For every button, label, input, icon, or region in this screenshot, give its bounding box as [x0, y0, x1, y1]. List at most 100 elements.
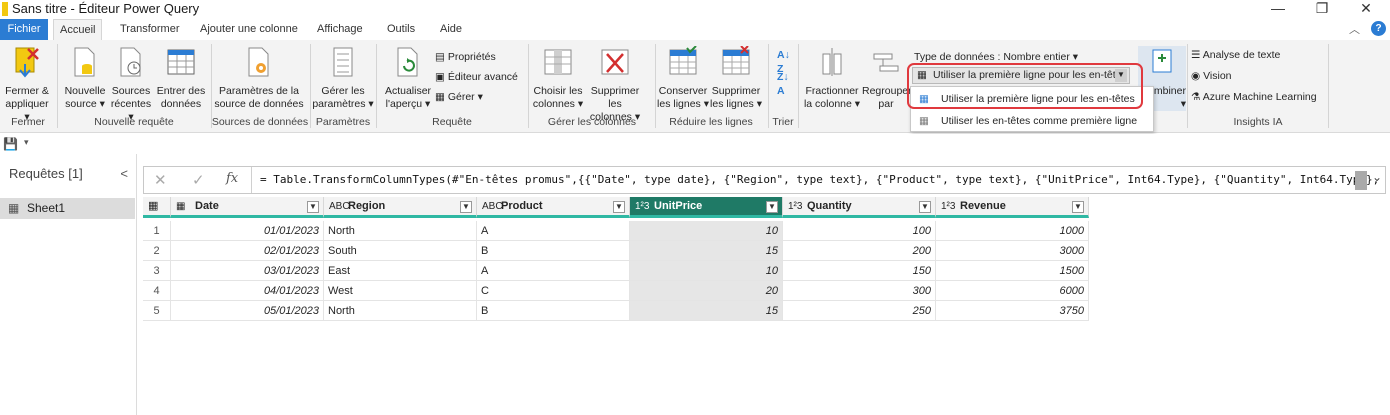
remove-columns-button[interactable]: Supprimer les colonnes ▾ — [585, 46, 645, 124]
restore-button[interactable]: ❐ — [1302, 0, 1342, 18]
collapse-pane-icon[interactable]: < — [120, 166, 128, 181]
keep-rows-button[interactable]: Conserver les lignes ▾ — [657, 45, 709, 111]
advanced-editor-button[interactable]: ▣ Éditeur avancé — [435, 70, 518, 84]
new-source-button[interactable]: Nouvelle source ▾ — [60, 46, 110, 111]
column-header-quantity[interactable]: 1²3 Quantity ▼ — [783, 197, 936, 218]
manage-button[interactable]: ▦ Gérer ▾ — [435, 90, 483, 104]
row-number[interactable]: 3 — [143, 261, 171, 281]
tab-accueil[interactable]: Accueil — [53, 19, 103, 40]
close-apply-button[interactable]: Fermer & appliquer ▾ — [2, 46, 52, 124]
table-cell[interactable]: 05/01/2023 — [171, 301, 324, 321]
row-number[interactable]: 5 — [143, 301, 171, 321]
fx-icon[interactable]: fx — [226, 171, 238, 186]
table-cell[interactable]: 20 — [630, 281, 783, 301]
column-filter-icon[interactable]: ▼ — [919, 201, 931, 213]
table-cell[interactable]: 200 — [783, 241, 936, 261]
collapse-ribbon-icon[interactable]: ︿ — [1349, 21, 1360, 37]
table-cell[interactable]: 10 — [630, 221, 783, 241]
properties-button[interactable]: ▤ Propriétés — [435, 50, 496, 64]
confirm-formula-icon[interactable]: ✓ — [192, 171, 205, 189]
column-filter-icon[interactable]: ▼ — [1072, 201, 1084, 213]
menu-use-first-row[interactable]: ▦ Utiliser la première ligne pour les en… — [911, 88, 1153, 110]
column-header-date[interactable]: ▦ Date ▼ — [171, 197, 324, 218]
column-filter-icon[interactable]: ▼ — [766, 201, 778, 213]
table-cell[interactable]: 01/01/2023 — [171, 221, 324, 241]
table-cell[interactable]: East — [324, 261, 477, 281]
data-type-dropdown[interactable]: Type de données : Nombre entier ▾ — [914, 50, 1078, 64]
text-analytics-button[interactable]: ☰ Analyse de texte — [1191, 48, 1280, 62]
tab-ajouter-colonne[interactable]: Ajouter une colonne — [194, 19, 304, 40]
table-cell[interactable]: South — [324, 241, 477, 261]
table-cell[interactable]: West — [324, 281, 477, 301]
column-type-icon[interactable]: 1²3 — [941, 197, 955, 216]
recent-sources-button[interactable]: Sources récentes ▾ — [107, 46, 155, 124]
group-by-button[interactable]: Regrouper par — [862, 46, 912, 111]
use-first-row-dropdown[interactable]: ▦ Utiliser la première ligne pour les en… — [912, 67, 1130, 84]
column-header-region[interactable]: ABC Region ▼ — [324, 197, 477, 218]
row-number[interactable]: 1 — [143, 221, 171, 241]
help-icon[interactable]: ? — [1371, 21, 1386, 36]
sort-descending-button[interactable]: Z↓ A — [777, 70, 789, 98]
table-cell[interactable]: 02/01/2023 — [171, 241, 324, 261]
table-cell[interactable]: C — [477, 281, 630, 301]
refresh-preview-button[interactable]: Actualiser l'aperçu ▾ — [383, 46, 433, 111]
column-type-icon[interactable]: ABC — [482, 197, 503, 216]
tab-affichage[interactable]: Affichage — [311, 19, 369, 40]
table-cell[interactable]: 3000 — [936, 241, 1089, 261]
table-cell[interactable]: 03/01/2023 — [171, 261, 324, 281]
column-type-icon[interactable]: 1²3 — [788, 197, 802, 216]
menu-use-headers-as-first-row[interactable]: ▦ Utiliser les en-têtes comme première l… — [911, 110, 1153, 132]
column-header-unitprice[interactable]: 1²3 UnitPrice ▼ — [630, 197, 783, 218]
table-cell[interactable]: 1500 — [936, 261, 1089, 281]
tab-aide[interactable]: Aide — [434, 19, 468, 40]
column-filter-icon[interactable]: ▼ — [307, 201, 319, 213]
remove-rows-button[interactable]: Supprimer les lignes ▾ — [710, 45, 762, 111]
expand-formula-icon[interactable]: ⌄ — [1372, 170, 1382, 184]
table-cell[interactable]: A — [477, 261, 630, 281]
column-type-icon[interactable]: ▦ — [176, 197, 185, 216]
enter-data-button[interactable]: Entrer des données — [155, 46, 207, 111]
cancel-formula-icon[interactable]: ✕ — [154, 171, 167, 189]
table-cell[interactable]: 15 — [630, 301, 783, 321]
minimize-button[interactable]: — — [1258, 0, 1298, 18]
manage-params-button[interactable]: Gérer les paramètres ▾ — [312, 46, 374, 111]
table-cell[interactable]: B — [477, 301, 630, 321]
row-number[interactable]: 4 — [143, 281, 171, 301]
table-cell[interactable]: 3750 — [936, 301, 1089, 321]
table-cell[interactable]: 15 — [630, 241, 783, 261]
column-filter-icon[interactable]: ▼ — [613, 201, 625, 213]
table-corner-menu[interactable]: ▦ — [143, 197, 171, 218]
data-source-settings-button[interactable]: Paramètres de la source de données — [213, 46, 305, 111]
column-filter-icon[interactable]: ▼ — [460, 201, 472, 213]
column-header-product[interactable]: ABC Product ▼ — [477, 197, 630, 218]
table-cell[interactable]: 100 — [783, 221, 936, 241]
table-cell[interactable]: 04/01/2023 — [171, 281, 324, 301]
formula-scrollbar[interactable] — [1355, 171, 1367, 190]
table-cell[interactable]: 250 — [783, 301, 936, 321]
dropdown-arrow-icon[interactable]: ▼ — [1115, 69, 1127, 82]
tab-fichier[interactable]: Fichier — [0, 19, 48, 40]
table-cell[interactable]: B — [477, 241, 630, 261]
tab-transformer[interactable]: Transformer — [114, 19, 186, 40]
formula-text[interactable]: = Table.TransformColumnTypes(#"En-têtes … — [260, 173, 1379, 186]
customize-toolbar-icon[interactable]: ▾ — [24, 137, 29, 148]
close-button[interactable]: ✕ — [1346, 0, 1386, 18]
column-type-icon[interactable]: ABC — [329, 197, 350, 216]
table-cell[interactable]: A — [477, 221, 630, 241]
table-cell[interactable]: 1000 — [936, 221, 1089, 241]
save-icon[interactable]: 💾 — [3, 137, 18, 151]
column-type-icon[interactable]: 1²3 — [635, 197, 649, 216]
row-number[interactable]: 2 — [143, 241, 171, 261]
vision-button[interactable]: ◉ Vision — [1191, 69, 1232, 83]
query-item-sheet1[interactable]: ▦ Sheet1 — [0, 198, 135, 219]
table-cell[interactable]: 6000 — [936, 281, 1089, 301]
table-cell[interactable]: 10 — [630, 261, 783, 281]
table-cell[interactable]: 150 — [783, 261, 936, 281]
split-column-button[interactable]: Fractionner la colonne ▾ — [802, 46, 862, 111]
table-cell[interactable]: 300 — [783, 281, 936, 301]
tab-outils[interactable]: Outils — [381, 19, 421, 40]
table-cell[interactable]: North — [324, 221, 477, 241]
table-cell[interactable]: North — [324, 301, 477, 321]
choose-columns-button[interactable]: Choisir les colonnes ▾ — [531, 46, 585, 111]
azure-ml-button[interactable]: ⚗ Azure Machine Learning — [1191, 90, 1317, 104]
